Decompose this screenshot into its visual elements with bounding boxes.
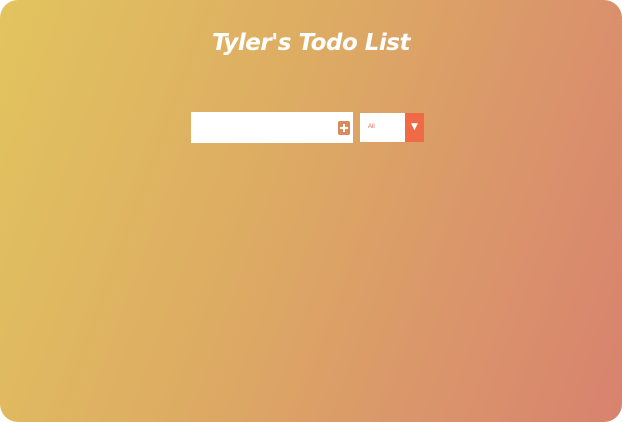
filter-selected-value: All bbox=[368, 124, 375, 130]
page-title: Tyler's Todo List bbox=[212, 30, 410, 56]
app-background: Tyler's Todo List All ▼ bbox=[0, 0, 622, 422]
plus-square-icon bbox=[340, 124, 348, 132]
todo-input[interactable] bbox=[191, 112, 353, 143]
add-todo-button[interactable] bbox=[338, 121, 350, 135]
filter-select[interactable]: All ▼ bbox=[360, 113, 424, 142]
caret-down-icon[interactable]: ▼ bbox=[405, 113, 424, 142]
